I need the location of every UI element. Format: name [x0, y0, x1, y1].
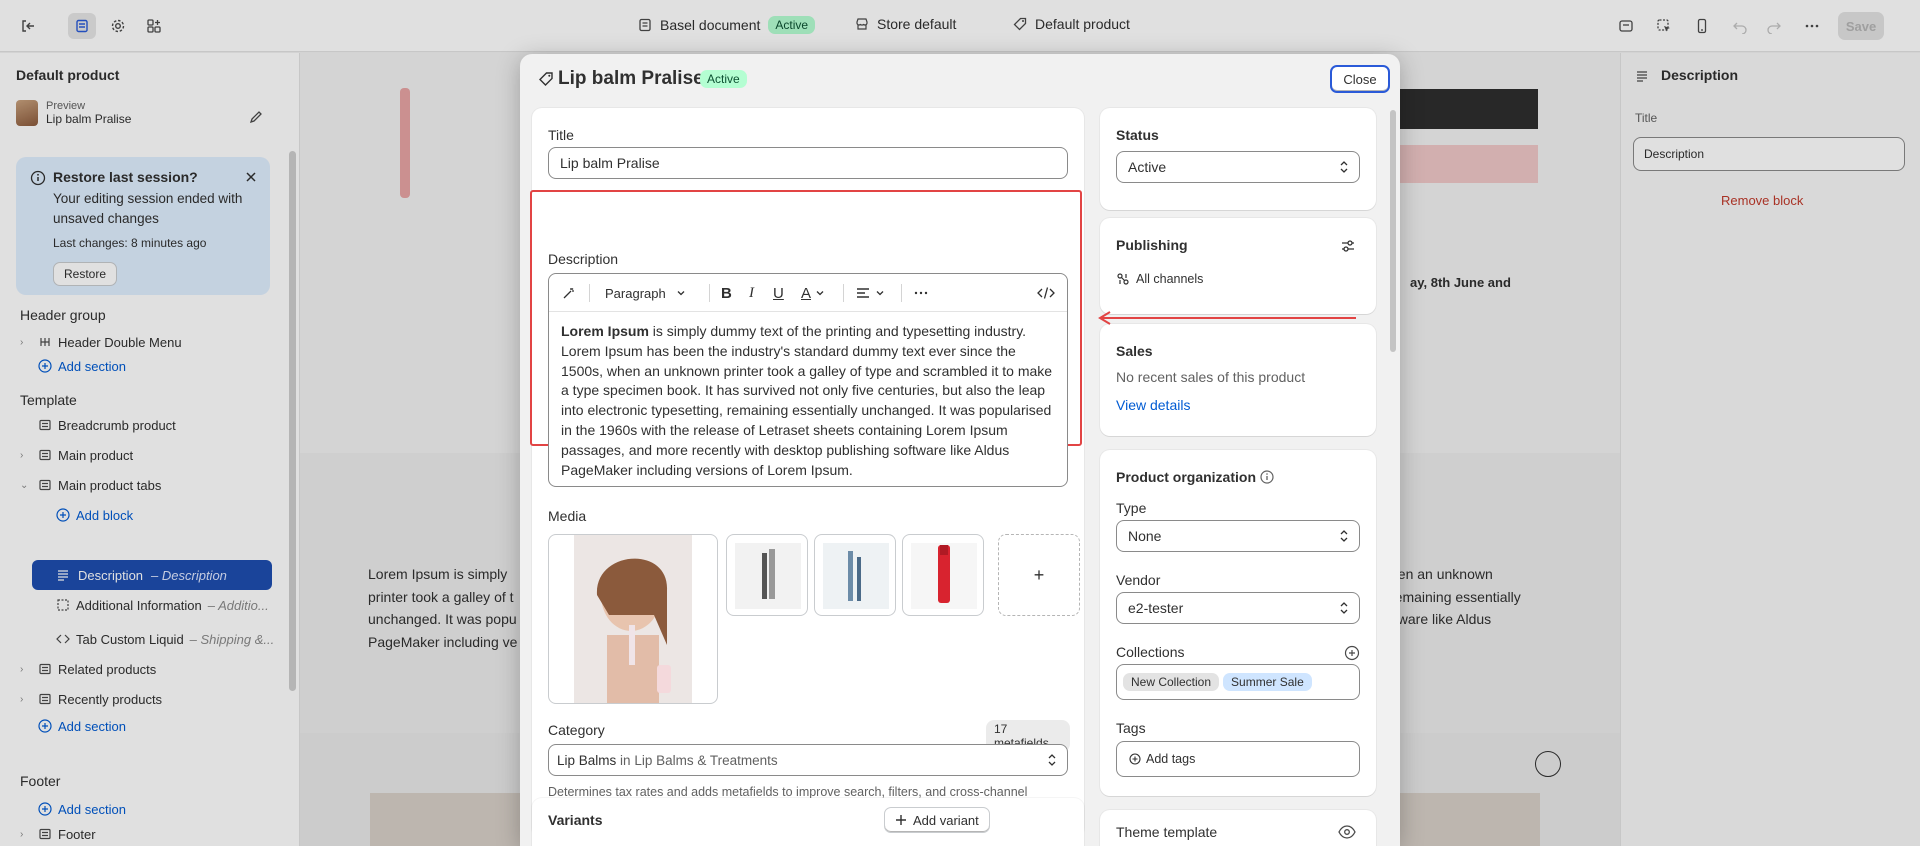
text-color-icon[interactable]: A: [801, 283, 825, 303]
select-arrows-icon: [1340, 530, 1348, 542]
vendor-select[interactable]: e2-tester: [1116, 592, 1360, 624]
plus-circle-icon: [1129, 753, 1141, 765]
media-main-image[interactable]: [548, 534, 718, 704]
type-value: None: [1128, 528, 1162, 544]
title-input[interactable]: Lip balm Pralise: [548, 147, 1068, 179]
status-badge: Active: [700, 70, 747, 88]
vendor-value: e2-tester: [1128, 600, 1184, 616]
sales-label: Sales: [1116, 343, 1153, 359]
title-label: Title: [548, 127, 574, 143]
sales-card: Sales No recent sales of this product Vi…: [1100, 324, 1376, 436]
select-arrows-icon: [1048, 754, 1056, 766]
editor-toolbar: Paragraph B I U A: [549, 274, 1067, 312]
chevron-down-icon: [677, 291, 685, 296]
eye-icon[interactable]: [1338, 824, 1356, 840]
vendor-label: Vendor: [1116, 572, 1161, 588]
underline-icon[interactable]: U: [773, 283, 784, 303]
more-icon[interactable]: [913, 283, 929, 303]
tags-field[interactable]: Add tags: [1116, 741, 1360, 777]
select-arrows-icon: [1340, 602, 1348, 614]
description-text: Lorem Ipsum is simply dummy text of the …: [561, 322, 1055, 480]
paragraph-select[interactable]: Paragraph: [605, 283, 686, 303]
italic-icon[interactable]: I: [749, 283, 754, 303]
media-thumbnail[interactable]: [726, 534, 808, 616]
status-value: Active: [1128, 159, 1167, 175]
toolbar-separator: [589, 284, 590, 302]
variants-card: Variants Add variant: [532, 798, 1084, 846]
sales-text: No recent sales of this product: [1116, 369, 1306, 385]
media-thumbnail[interactable]: [902, 534, 984, 616]
collections-label: Collections: [1116, 644, 1185, 660]
description-editor[interactable]: Paragraph B I U A Lorem Ipsum is simply …: [548, 273, 1068, 487]
product-modal: Lip balm Pralise Active Close Title Lip …: [520, 54, 1400, 846]
mascara-image: [735, 543, 801, 609]
organization-card: Product organization Type None Vendor e2…: [1100, 450, 1376, 796]
tag-icon: [539, 72, 553, 86]
category-in: in: [620, 752, 631, 768]
tags-label: Tags: [1116, 720, 1146, 736]
annotation-arrow: [1098, 311, 1356, 325]
add-collection-icon[interactable]: [1344, 645, 1360, 661]
lip-gloss-image: [911, 543, 977, 609]
add-variant-label: Add variant: [913, 812, 979, 828]
category-select[interactable]: Lip Balms in Lip Balms & Treatments: [548, 744, 1068, 776]
magic-icon[interactable]: [561, 283, 577, 303]
media-thumbnail[interactable]: [814, 534, 896, 616]
collections-field[interactable]: New Collection Summer Sale: [1116, 664, 1360, 700]
media-label: Media: [548, 508, 587, 524]
toolbar-separator: [901, 284, 902, 302]
channels-label: All channels: [1136, 272, 1204, 286]
toolbar-separator: [843, 284, 844, 302]
view-details-link[interactable]: View details: [1116, 397, 1190, 413]
type-label: Type: [1116, 500, 1147, 516]
close-button[interactable]: Close: [1330, 65, 1390, 93]
align-icon[interactable]: [855, 283, 885, 303]
publishing-label: Publishing: [1116, 237, 1188, 253]
theme-template-card: Theme template: [1100, 810, 1376, 846]
add-media-button[interactable]: +: [998, 534, 1080, 616]
bold-icon[interactable]: B: [721, 283, 732, 303]
modal-header: Lip balm Pralise Active Close: [520, 54, 1400, 104]
description-body: is simply dummy text of the printing and…: [561, 323, 1053, 478]
publishing-card: Publishing All channels: [1100, 218, 1376, 314]
organization-label: Product organization: [1116, 469, 1256, 485]
collection-tag[interactable]: Summer Sale: [1223, 673, 1312, 691]
variants-label: Variants: [548, 812, 603, 828]
all-channels: All channels: [1116, 272, 1203, 286]
status-card: Status Active: [1100, 108, 1376, 210]
toolbar-separator: [709, 284, 710, 302]
channels-icon: [1117, 273, 1129, 285]
code-icon[interactable]: [1037, 283, 1055, 303]
collection-tag[interactable]: New Collection: [1123, 673, 1220, 691]
liner-image: [823, 543, 889, 609]
category-parent: Lip Balms & Treatments: [634, 752, 778, 768]
theme-template-label: Theme template: [1116, 824, 1218, 840]
plus-icon: [896, 815, 906, 825]
status-label: Status: [1116, 127, 1159, 143]
model-photo: [574, 535, 692, 703]
add-variant-button[interactable]: Add variant: [884, 807, 990, 833]
category-label: Category: [548, 722, 605, 738]
info-icon[interactable]: [1260, 470, 1274, 484]
paragraph-label: Paragraph: [605, 285, 666, 301]
category-value: Lip Balms: [557, 752, 617, 768]
select-arrows-icon: [1340, 161, 1348, 173]
type-select[interactable]: None: [1116, 520, 1360, 552]
modal-scrollbar[interactable]: [1390, 110, 1396, 352]
add-tags-label: Add tags: [1146, 752, 1196, 766]
status-select[interactable]: Active: [1116, 151, 1360, 183]
modal-title: Lip balm Pralise: [558, 68, 704, 89]
settings-sliders-icon[interactable]: [1340, 238, 1356, 254]
description-bold: Lorem Ipsum: [561, 323, 649, 339]
